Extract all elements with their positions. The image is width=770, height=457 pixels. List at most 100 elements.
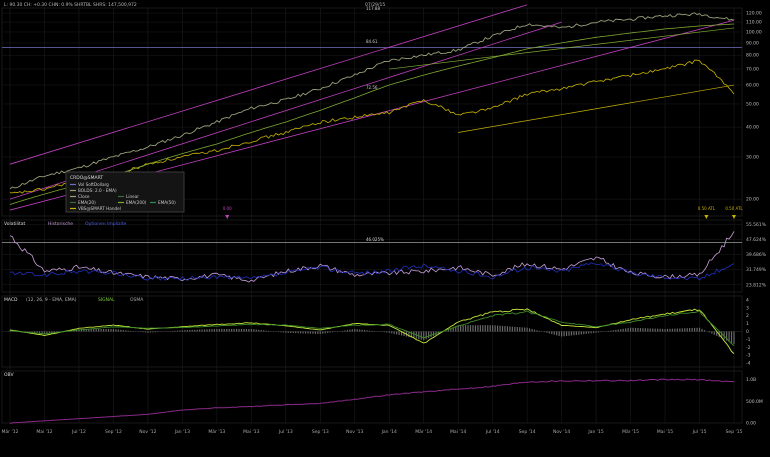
legend-label: Vol SoftDollarg: [78, 182, 109, 187]
osma-bar: [657, 329, 658, 332]
macd-signal-label: SIGNAL: [98, 297, 115, 303]
osma-bar: [591, 332, 592, 334]
osma-bar: [689, 328, 690, 331]
osma-bar: [199, 330, 200, 332]
x-tick-label: Jan '14: [381, 429, 397, 435]
osma-bar: [652, 329, 653, 332]
price-tick-label: 100.00: [746, 29, 762, 35]
osma-bar: [125, 330, 126, 331]
osma-bar: [490, 325, 491, 331]
osma-bar: [413, 332, 414, 339]
osma-bar: [637, 328, 638, 332]
osma-bar: [519, 327, 520, 331]
osma-bar: [551, 332, 552, 335]
osma-bar: [221, 329, 222, 332]
osma-bar: [357, 329, 358, 331]
osma-bar: [327, 332, 328, 333]
osma-bar: [130, 331, 131, 332]
osma-bar: [366, 330, 367, 331]
osma-bar: [694, 328, 695, 332]
osma-bar: [243, 329, 244, 332]
osma-bar: [472, 325, 473, 331]
osma-bar: [497, 326, 498, 332]
osma-bar: [704, 330, 705, 331]
x-tick-label: Nov '12: [139, 429, 156, 435]
osma-bar: [502, 326, 503, 332]
osma-bar: [184, 330, 185, 331]
vol-tick-label: 47.624%: [746, 237, 767, 243]
osma-bar: [310, 332, 311, 334]
osma-bar: [598, 332, 599, 333]
osma-bar: [305, 332, 306, 334]
osma-bar: [150, 332, 151, 333]
osma-bar: [660, 329, 661, 332]
osma-bar: [539, 331, 540, 332]
osma-bar: [632, 328, 633, 332]
osma-bar: [295, 332, 296, 334]
x-tick-label: Jul '12: [71, 429, 86, 435]
osma-bar: [571, 332, 572, 336]
osma-bar: [573, 332, 574, 336]
legend-label: EMA(200): [126, 200, 147, 205]
osma-bar: [674, 329, 675, 332]
osma-bar: [322, 332, 323, 334]
osma-bar: [536, 330, 537, 331]
osma-bar: [642, 328, 643, 331]
osma-bar: [568, 332, 569, 336]
osma-bar: [731, 332, 732, 343]
osma-bar: [391, 332, 392, 334]
osma-bar: [118, 330, 119, 332]
osma-bar: [147, 332, 148, 333]
osma-bar: [608, 331, 609, 332]
osma-bar: [332, 332, 333, 333]
macd-osma-label: OSMA: [130, 297, 144, 303]
osma-bar: [231, 329, 232, 332]
osma-bar: [224, 329, 225, 332]
osma-bar: [421, 332, 422, 340]
osma-bar: [209, 329, 210, 331]
vol-tick-label: 39.686%: [746, 252, 767, 258]
osma-bar: [512, 327, 513, 332]
x-tick-label: Mär '12: [2, 429, 19, 435]
osma-bar: [554, 332, 555, 335]
osma-bar: [253, 329, 254, 331]
legend-label: Linear: [126, 194, 139, 199]
osma-bar: [618, 330, 619, 332]
osma-bar: [172, 331, 173, 332]
osma-bar: [362, 330, 363, 332]
legend-label: Close: [78, 194, 90, 199]
osma-bar: [460, 325, 461, 331]
osma-bar: [93, 329, 94, 332]
osma-bar: [105, 329, 106, 332]
osma-bar: [477, 325, 478, 331]
osma-bar: [534, 330, 535, 332]
osma-bar: [110, 329, 111, 332]
osma-bar: [236, 329, 237, 332]
osma-bar: [662, 329, 663, 332]
osma-bar: [155, 332, 156, 333]
chart-canvas[interactable]: L: 90.30 CH: +0.30 CHN: 0.9% SHRTBL SHRS…: [0, 0, 770, 453]
x-tick-label: Jan '13: [174, 429, 190, 435]
osma-bar: [578, 332, 579, 335]
macd-tick-label: -4: [746, 361, 751, 367]
osma-bar: [470, 325, 471, 331]
osma-bar: [492, 325, 493, 331]
vol-marker-label: 0.50 ATL: [725, 206, 743, 211]
osma-bar: [549, 332, 550, 334]
osma-bar: [152, 332, 153, 333]
osma-bar: [524, 328, 525, 332]
osma-bar: [394, 332, 395, 334]
osma-bar: [696, 328, 697, 332]
osma-bar: [285, 332, 286, 333]
macd-tick-label: 0: [746, 329, 749, 335]
osma-bar: [256, 330, 257, 332]
osma-bar: [655, 329, 656, 332]
x-tick-label: Sep '13: [312, 429, 329, 435]
osma-bar: [238, 329, 239, 332]
osma-bar: [246, 329, 247, 332]
osma-bar: [600, 332, 601, 333]
price-legend[interactable]: CRDO@SMART Vol SoftDollargBOLDS: 2.0 - E…: [66, 172, 184, 212]
osma-bar: [487, 325, 488, 331]
osma-bar: [268, 331, 269, 332]
macd-params: (12, 26, 9 - EMA, EMA): [26, 297, 77, 303]
